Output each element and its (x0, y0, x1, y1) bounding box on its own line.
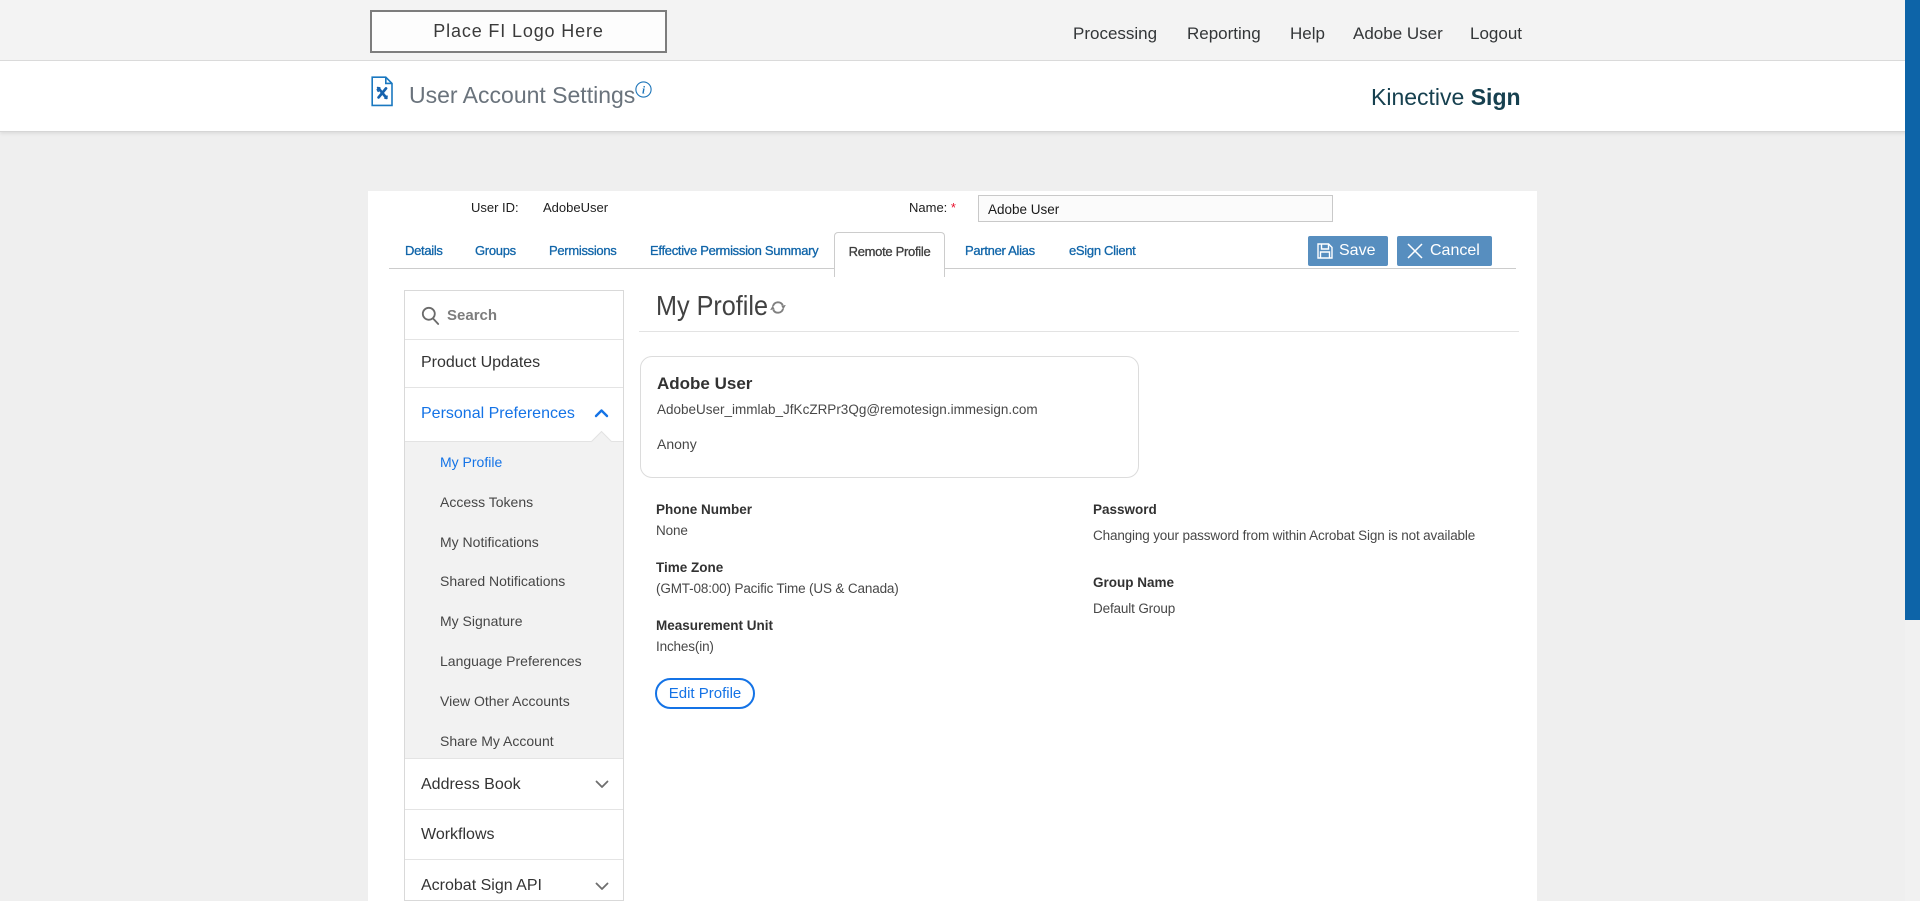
svg-text:i: i (642, 85, 646, 97)
